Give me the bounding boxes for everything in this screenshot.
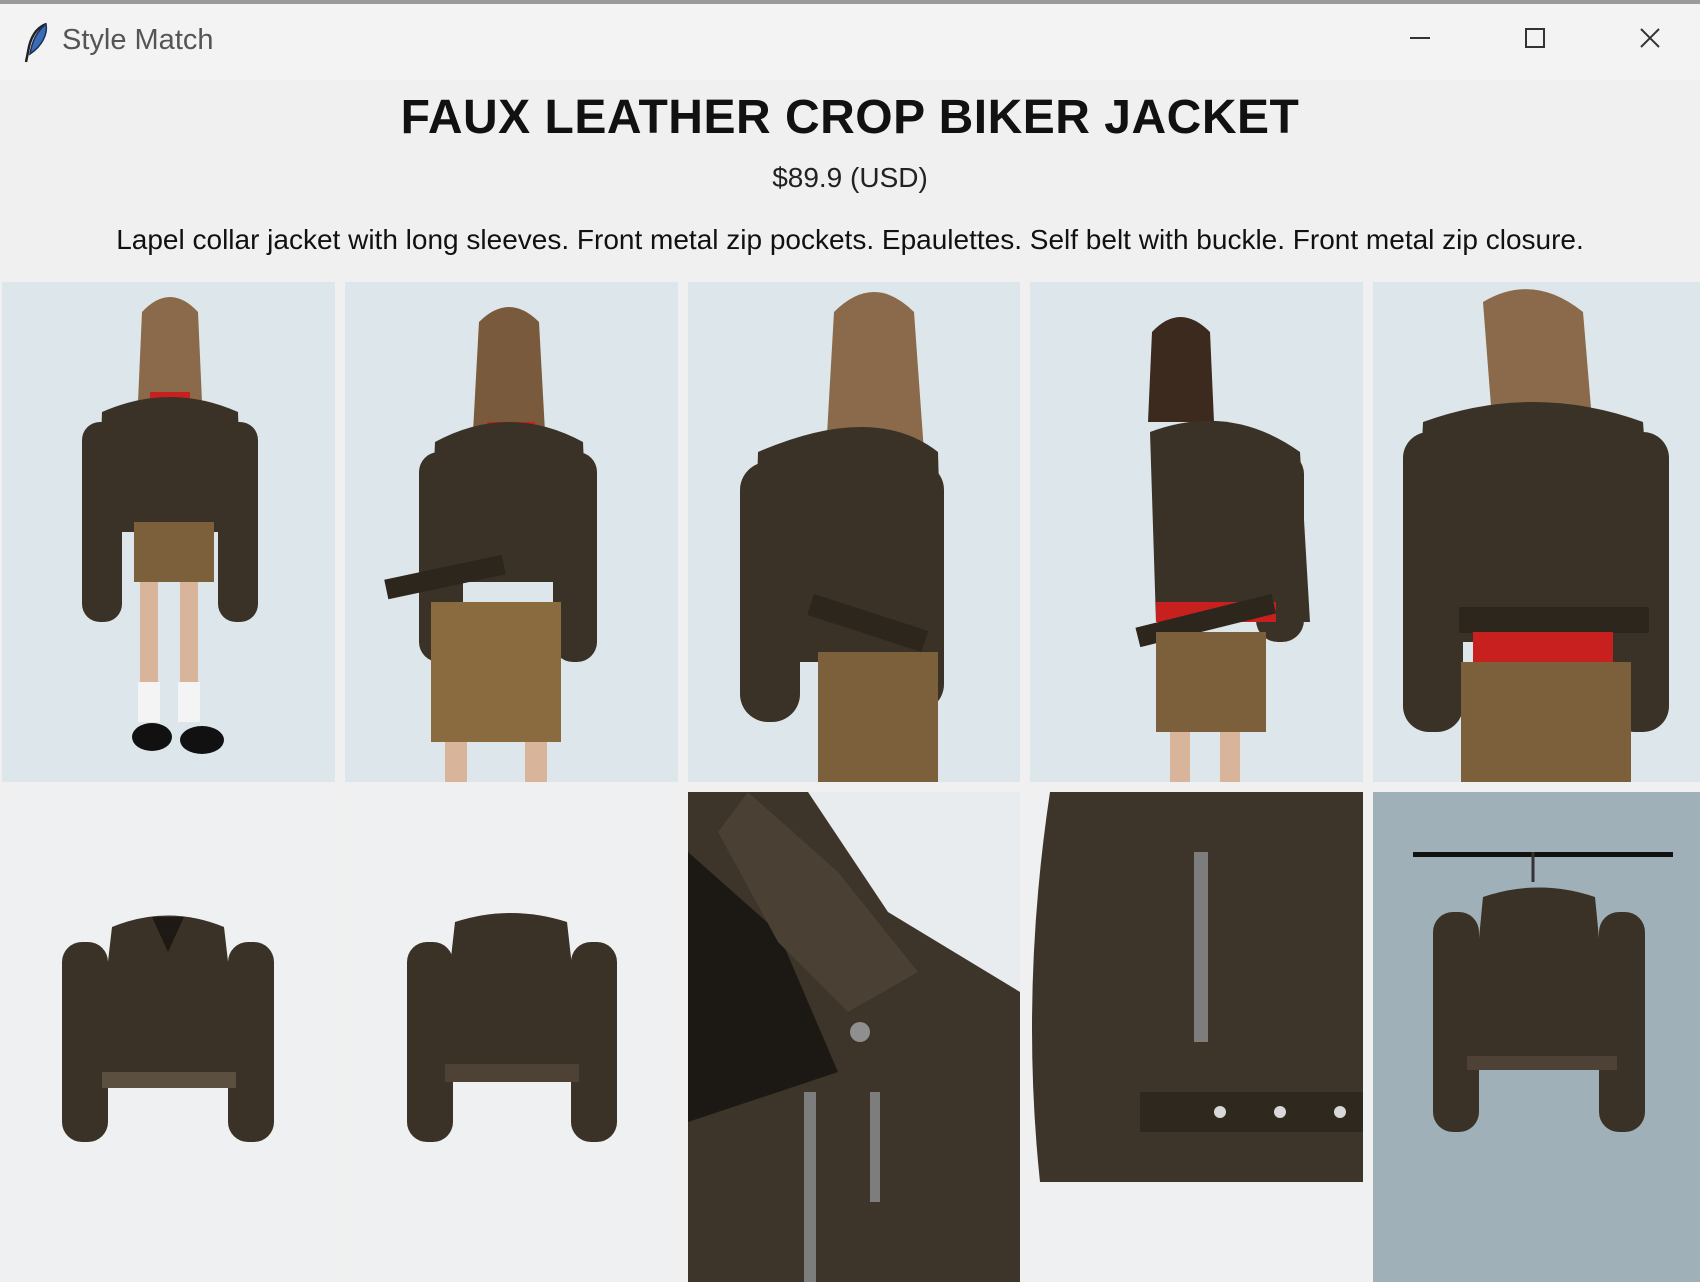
window-title: Style Match [62,24,214,56]
jacket-flat-back-image[interactable] [345,792,678,1282]
close-button[interactable] [1595,4,1700,80]
model-front-belt-image[interactable] [345,282,678,782]
minimize-button[interactable] [1365,4,1475,80]
minimize-icon [1410,37,1430,39]
product-title: FAUX LEATHER CROP BIKER JACKET [400,91,1300,144]
jacket-collar-detail-image[interactable] [688,792,1020,1282]
model-back-image[interactable] [1373,282,1700,782]
maximize-icon [1525,28,1545,48]
title-bar[interactable]: Style Match [0,4,1700,80]
feather-icon [24,22,48,63]
model-front-full-image[interactable] [2,282,335,782]
jacket-hanger-image[interactable] [1373,792,1700,1282]
product-price: $89.9 (USD) [772,162,928,193]
jacket-pocket-detail-image[interactable] [1030,792,1363,1282]
model-three-quarter-image[interactable] [688,282,1020,782]
close-icon [1640,28,1660,48]
maximize-button[interactable] [1480,4,1590,80]
jacket-flat-front-image[interactable] [2,792,335,1282]
model-side-image[interactable] [1030,282,1363,782]
product-panel: FAUX LEATHER CROP BIKER JACKET $89.9 (US… [0,80,1700,1282]
image-gallery [0,282,1700,1282]
product-description: Lapel collar jacket with long sleeves. F… [116,224,1584,255]
